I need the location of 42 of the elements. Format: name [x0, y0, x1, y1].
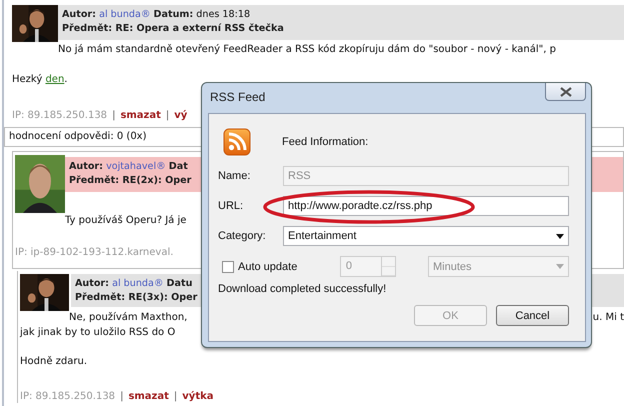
- author-link[interactable]: al bunda®: [112, 278, 164, 289]
- close-button[interactable]: [545, 83, 586, 101]
- author-line: Autor: al bunda® Datu: [75, 277, 192, 291]
- close-icon: [560, 86, 572, 96]
- author-link[interactable]: vojtahavel®: [106, 161, 166, 172]
- separator: |: [174, 391, 178, 402]
- author-line: Autor: al bunda® Datum: dnes 18:18: [62, 8, 250, 22]
- section-heading: Feed Information:: [282, 136, 368, 148]
- post-text: Ne, používám Maxthon,: [69, 311, 188, 324]
- separator: |: [112, 110, 116, 121]
- category-dropdown[interactable]: Entertainment: [283, 226, 569, 246]
- post-text: Hezký den.: [12, 73, 68, 86]
- subject-line: Předmět: RE(2x): Oper: [69, 174, 192, 188]
- rss-icon: [223, 128, 251, 156]
- caret-icon: [556, 264, 564, 269]
- field-label: Category:: [218, 230, 267, 242]
- post-text: jak jinak by to uložilo RSS do O: [20, 326, 176, 339]
- window-title: RSS Feed: [210, 90, 266, 104]
- ip-address: IP: 89.185.250.138: [20, 391, 116, 402]
- author-line: Autor: vojtahavel® Dat: [69, 160, 188, 174]
- post-text: Hodně zdaru.: [20, 355, 88, 368]
- ip-address: IP: 89.185.250.138: [12, 110, 108, 121]
- field-label: Name:: [218, 170, 252, 182]
- link[interactable]: den: [45, 74, 64, 85]
- caret-icon: [556, 234, 564, 238]
- post-text: No já mám standardně otevřený FeedReader a RSS kód zkopíruju dám do "soubor - nový - kanál", p: [58, 43, 556, 56]
- post-text: u. Mi t: [592, 311, 624, 324]
- separator: |: [120, 391, 124, 402]
- subject-line: Předmět: RE(3x): Oper: [75, 291, 198, 305]
- action-link[interactable]: smazat: [128, 391, 169, 402]
- author-link[interactable]: al bunda®: [99, 9, 150, 20]
- action-link[interactable]: smazat: [120, 110, 161, 121]
- ip-address: IP: ip-89-102-193-112.karneval.: [15, 247, 174, 258]
- separator: |: [166, 110, 170, 121]
- action-link[interactable]: vý: [174, 110, 188, 121]
- action-link[interactable]: výtka: [182, 391, 214, 402]
- post-text: Ty používáš Operu? Já je: [65, 214, 186, 227]
- dialog-button[interactable]: Cancel: [496, 305, 569, 326]
- subject-line: Předmět: RE: Opera a externí RSS čtečka: [62, 22, 284, 36]
- status-text: Download completed successfully!: [218, 283, 388, 295]
- field-label: URL:: [218, 200, 244, 212]
- input-field[interactable]: http://www.poradte.cz/rss.php: [283, 196, 569, 216]
